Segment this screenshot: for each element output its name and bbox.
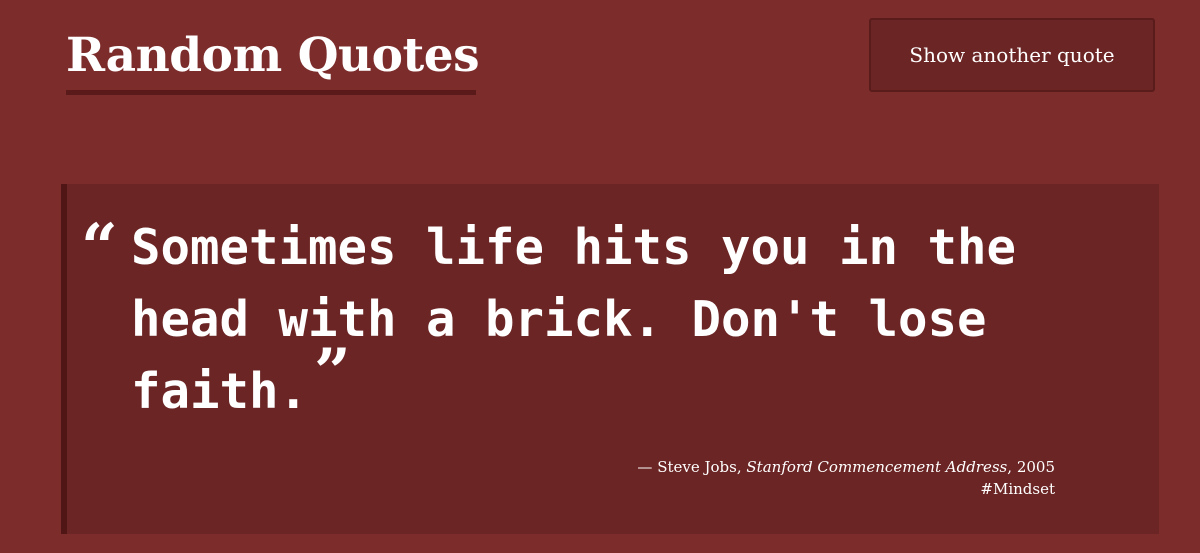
quote-author: Steve Jobs: [657, 458, 737, 476]
quote-attribution: — Steve Jobs, Stanford Commencement Addr…: [637, 456, 1055, 500]
close-quote-icon: ”: [314, 335, 351, 410]
attribution-comma-2: ,: [1007, 458, 1013, 476]
quote-text-block: “ Sometimes life hits you in the head wi…: [81, 212, 1141, 428]
attribution-line: — Steve Jobs, Stanford Commencement Addr…: [637, 456, 1055, 478]
quote-accent-bar: [61, 184, 67, 534]
attribution-dash: —: [637, 458, 653, 476]
quote-text: Sometimes life hits you in the head with…: [131, 219, 1017, 420]
quote-source: Stanford Commencement Address: [746, 458, 1008, 476]
open-quote-icon: “: [81, 210, 118, 285]
quote-tag: #Mindset: [980, 480, 1055, 498]
quote-card: “ Sometimes life hits you in the head wi…: [61, 184, 1159, 534]
show-another-quote-button[interactable]: Show another quote: [869, 18, 1155, 92]
attribution-comma: ,: [736, 458, 742, 476]
title-underline: [66, 90, 476, 95]
quote-year: 2005: [1016, 458, 1055, 476]
page-title: Random Quotes: [66, 28, 480, 83]
